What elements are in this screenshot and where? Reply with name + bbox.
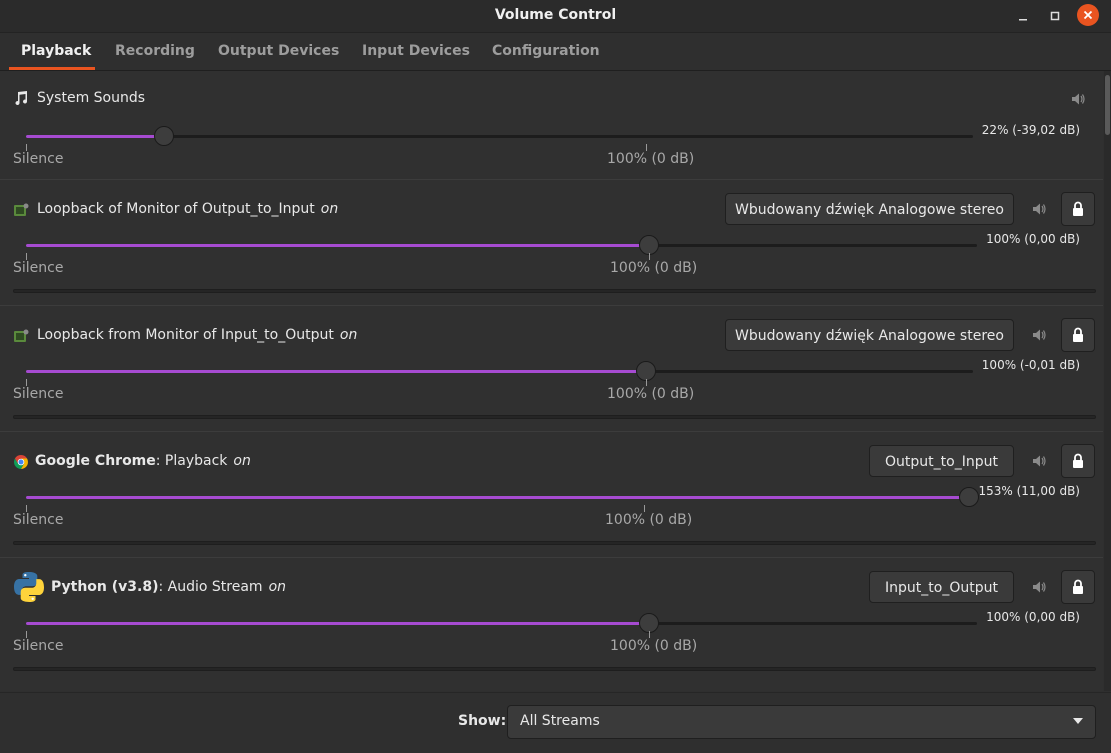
volume-readout: 100% (-0,01 dB)	[981, 358, 1080, 372]
title-bar: Volume Control	[0, 0, 1111, 33]
mute-speaker-icon[interactable]	[1031, 327, 1047, 343]
window-title: Volume Control	[494, 7, 617, 23]
tick-100	[646, 144, 647, 151]
level-meter	[13, 541, 1096, 545]
stream-loopback-input-to-output: Loopback from Monitor of Input_to_Output…	[0, 306, 1103, 432]
tab-input-devices[interactable]: Input Devices	[362, 43, 470, 59]
tick-100	[649, 253, 650, 260]
volume-readout: 153% (11,00 dB)	[978, 484, 1080, 498]
lock-icon	[1073, 453, 1083, 468]
stream-python: Python (v3.8): Audio Stream on Input_to_O…	[0, 558, 1103, 691]
volume-slider[interactable]	[26, 235, 977, 255]
lock-icon	[1073, 201, 1083, 216]
music-note-icon	[13, 90, 29, 106]
stream-google-chrome: Google Chrome: Playback on Output_to_Inpu…	[0, 432, 1103, 558]
show-filter-value: All Streams	[520, 713, 600, 729]
silence-label: Silence	[13, 260, 64, 276]
stream-system-sounds: System Sounds 22% (-39,02 dB) Silence 10…	[0, 71, 1103, 180]
stream-name: System Sounds	[37, 90, 146, 106]
volume-slider[interactable]	[26, 126, 973, 146]
active-tab-indicator	[9, 67, 95, 70]
tick-silence	[26, 631, 27, 638]
chrome-icon	[13, 454, 29, 470]
mute-speaker-icon[interactable]	[1070, 91, 1086, 107]
tab-playback[interactable]: Playback	[21, 43, 91, 59]
volume-slider-knob[interactable]	[154, 126, 174, 146]
volume-slider[interactable]	[26, 361, 973, 381]
scrollbar-thumb[interactable]	[1105, 75, 1110, 135]
stream-name: Loopback of Monitor of Output_to_Input on	[37, 201, 339, 217]
volume-readout: 22% (-39,02 dB)	[981, 123, 1080, 137]
volume-slider-fill	[26, 370, 646, 373]
tab-output-devices[interactable]: Output Devices	[218, 43, 339, 59]
show-filter-dropdown[interactable]: All Streams	[507, 705, 1096, 739]
volume-slider-knob[interactable]	[636, 361, 656, 381]
mute-speaker-icon[interactable]	[1031, 201, 1047, 217]
volume-slider-fill	[26, 244, 649, 247]
volume-slider-fill	[26, 135, 164, 138]
tab-configuration[interactable]: Configuration	[492, 43, 600, 59]
stream-name: Loopback from Monitor of Input_to_Output…	[37, 327, 358, 343]
unity-label: 100% (0 dB)	[607, 151, 695, 167]
level-meter	[13, 667, 1096, 671]
volume-slider[interactable]	[26, 613, 977, 633]
volume-slider-fill	[26, 496, 970, 499]
unity-label: 100% (0 dB)	[605, 512, 693, 528]
loopback-icon	[13, 328, 29, 344]
tab-bar: Playback Recording Output Devices Input …	[0, 33, 1111, 71]
tab-recording[interactable]: Recording	[115, 43, 195, 59]
stream-loopback-output-to-input: Loopback of Monitor of Output_to_Input on…	[0, 180, 1103, 306]
footer-bar: Show: All Streams	[0, 692, 1111, 753]
mute-speaker-icon[interactable]	[1031, 453, 1047, 469]
unity-label: 100% (0 dB)	[610, 638, 698, 654]
lock-icon	[1073, 579, 1083, 594]
minimize-icon[interactable]	[1011, 4, 1035, 28]
maximize-icon[interactable]	[1043, 4, 1067, 28]
stream-name: Python (v3.8): Audio Stream on	[51, 579, 287, 595]
unity-label: 100% (0 dB)	[610, 260, 698, 276]
lock-channels-button[interactable]	[1061, 318, 1095, 352]
loopback-icon	[13, 202, 29, 218]
silence-label: Silence	[13, 512, 64, 528]
stream-name: Google Chrome: Playback on	[35, 453, 251, 469]
volume-slider-fill	[26, 622, 649, 625]
scrollbar[interactable]	[1104, 71, 1111, 691]
output-device-button[interactable]: Wbudowany dźwięk Analogowe stereo	[725, 319, 1014, 351]
tick-100	[646, 379, 647, 386]
chevron-down-icon	[1073, 718, 1083, 724]
silence-label: Silence	[13, 386, 64, 402]
level-meter	[13, 415, 1096, 419]
silence-label: Silence	[13, 151, 64, 167]
output-device-button[interactable]: Output_to_Input	[869, 445, 1014, 477]
unity-label: 100% (0 dB)	[607, 386, 695, 402]
volume-slider-knob[interactable]	[959, 487, 979, 507]
mute-speaker-icon[interactable]	[1031, 579, 1047, 595]
lock-channels-button[interactable]	[1061, 192, 1095, 226]
lock-channels-button[interactable]	[1061, 570, 1095, 604]
volume-slider-knob[interactable]	[639, 235, 659, 255]
show-label: Show:	[458, 713, 507, 729]
output-device-button[interactable]: Input_to_Output	[869, 571, 1014, 603]
silence-label: Silence	[13, 638, 64, 654]
volume-slider[interactable]	[26, 487, 979, 507]
close-icon[interactable]	[1077, 4, 1099, 26]
lock-icon	[1073, 327, 1083, 342]
tick-silence	[26, 144, 27, 151]
level-meter	[13, 289, 1096, 293]
volume-readout: 100% (0,00 dB)	[986, 610, 1080, 624]
tick-100	[644, 505, 645, 512]
tick-silence	[26, 379, 27, 386]
python-icon	[12, 570, 46, 604]
volume-readout: 100% (0,00 dB)	[986, 232, 1080, 246]
tick-silence	[26, 505, 27, 512]
tick-100	[649, 631, 650, 638]
lock-channels-button[interactable]	[1061, 444, 1095, 478]
output-device-button[interactable]: Wbudowany dźwięk Analogowe stereo	[725, 193, 1014, 225]
volume-slider-knob[interactable]	[639, 613, 659, 633]
tick-silence	[26, 253, 27, 260]
